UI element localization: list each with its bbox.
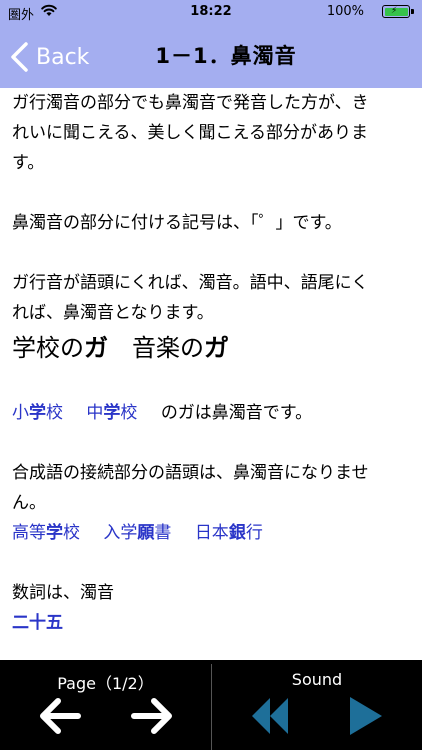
- arrow-left-icon: [40, 698, 81, 734]
- example-word[interactable]: 二十五: [12, 613, 63, 633]
- rewind-sound-button[interactable]: [244, 692, 296, 740]
- text-line: ガ行濁音の部分でも鼻濁音で発音した方が、き: [12, 93, 369, 113]
- example-word[interactable]: 日本銀行: [195, 523, 263, 543]
- battery-percent: 100%: [326, 4, 364, 19]
- battery-icon: ⚡: [382, 5, 410, 18]
- bottom-toolbar: Page（1/2） Sound: [0, 660, 422, 750]
- example-heading: 学校のガ 音楽のカ゚: [12, 334, 228, 362]
- back-button[interactable]: Back: [8, 40, 89, 74]
- next-page-button[interactable]: [126, 692, 178, 740]
- text-line: れば、鼻濁音となります。: [12, 303, 214, 323]
- example-word[interactable]: 高等学校: [12, 523, 80, 543]
- text-line: ガ行音が語頭にくれば、濁音。語中、語尾にく: [12, 273, 369, 293]
- text-line: 数詞は、濁音: [12, 583, 114, 603]
- example-word[interactable]: 入学願書: [103, 523, 171, 543]
- word-row: 小学校 中学校 のガは鼻濁音です。: [12, 398, 410, 428]
- lesson-content[interactable]: ガ行濁音の部分でも鼻濁音で発音した方が、き れいに聞こえる、美しく聞こえる部分が…: [0, 88, 422, 660]
- page-indicator: Page（1/2）: [57, 674, 154, 693]
- toolbar-divider: [211, 664, 212, 750]
- play-sound-button[interactable]: [340, 692, 392, 740]
- text-line: す。: [12, 153, 45, 173]
- previous-page-button[interactable]: [34, 692, 86, 740]
- chevron-left-icon: [11, 42, 28, 72]
- play-icon: [350, 697, 382, 735]
- battery-cap: [411, 9, 414, 14]
- word-row: 二十五: [12, 608, 410, 638]
- text-line: ん。: [12, 493, 46, 513]
- example-word[interactable]: 中学校: [86, 403, 137, 423]
- navigation-bar: 1－1．鼻濁音 Back: [0, 24, 422, 88]
- text-line: のガは鼻濁音です。: [160, 403, 313, 423]
- text-line: 鼻濁音の部分に付ける記号は、「゜」です。: [12, 213, 342, 233]
- arrow-right-icon: [131, 698, 172, 734]
- example-word[interactable]: 小学校: [12, 403, 63, 423]
- text-line: れいに聞こえる、美しく聞こえる部分がありま: [12, 123, 368, 143]
- status-bar: 圏外 18:22 100% ⚡: [0, 0, 422, 24]
- sound-label: Sound: [291, 670, 343, 689]
- word-row: 高等学校 入学願書 日本銀行: [12, 518, 410, 548]
- text-line: 合成語の接続部分の語頭は、鼻濁音になりませ: [12, 463, 369, 483]
- rewind-icon: [252, 698, 288, 734]
- back-label: Back: [36, 44, 90, 70]
